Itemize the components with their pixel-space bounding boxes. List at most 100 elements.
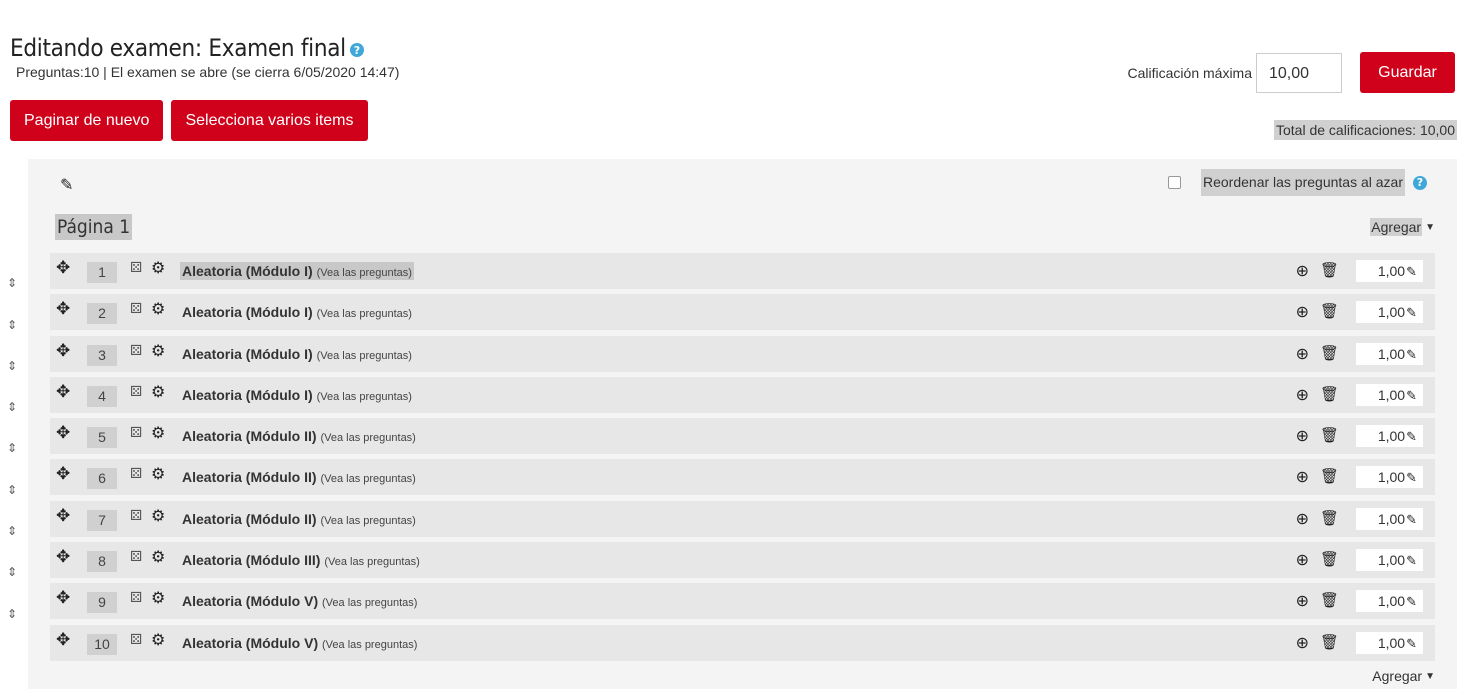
move-icon[interactable]: ✥ xyxy=(56,464,70,484)
trash-icon[interactable]: 🗑 xyxy=(1320,302,1339,320)
preview-zoom-icon[interactable]: ⊕ xyxy=(1296,591,1309,611)
max-grade-input[interactable]: 10,00 xyxy=(1256,52,1342,93)
question-note[interactable]: (Vea las preguntas) xyxy=(317,308,412,320)
question-mark[interactable]: 1,00✎ xyxy=(1356,466,1423,489)
move-icon[interactable]: ✥ xyxy=(56,341,70,361)
question-name[interactable]: Aleatoria (Módulo V) (Vea las preguntas) xyxy=(180,634,419,652)
question-mark[interactable]: 1,00✎ xyxy=(1356,301,1423,324)
trash-icon[interactable]: 🗑 xyxy=(1320,633,1339,651)
pencil-icon[interactable]: ✎ xyxy=(60,175,73,195)
trash-icon[interactable]: 🗑 xyxy=(1320,426,1339,444)
move-icon[interactable]: ✥ xyxy=(56,382,70,402)
question-name[interactable]: Aleatoria (Módulo V) (Vea las preguntas) xyxy=(180,592,419,610)
gear-icon[interactable]: ⚙ xyxy=(151,464,165,484)
pencil-icon[interactable]: ✎ xyxy=(1406,264,1417,279)
question-mark-value: 1,00 xyxy=(1377,469,1406,486)
pencil-icon[interactable]: ✎ xyxy=(1406,388,1417,403)
page-break-icon[interactable]: ⇕ xyxy=(4,319,20,331)
question-note[interactable]: (Vea las preguntas) xyxy=(320,432,415,444)
pencil-icon[interactable]: ✎ xyxy=(1406,347,1417,362)
pencil-icon[interactable]: ✎ xyxy=(1406,553,1417,568)
question-name[interactable]: Aleatoria (Módulo I) (Vea las preguntas) xyxy=(180,386,414,404)
trash-icon[interactable]: 🗑 xyxy=(1320,344,1339,362)
move-icon[interactable]: ✥ xyxy=(56,423,70,443)
move-icon[interactable]: ✥ xyxy=(56,506,70,526)
question-name[interactable]: Aleatoria (Módulo III) (Vea las pregunta… xyxy=(180,551,422,569)
question-name[interactable]: Aleatoria (Módulo I) (Vea las preguntas) xyxy=(180,262,414,280)
trash-icon[interactable]: 🗑 xyxy=(1320,261,1339,279)
gear-icon[interactable]: ⚙ xyxy=(151,299,165,319)
page-break-icon[interactable]: ⇕ xyxy=(4,401,20,413)
pencil-icon[interactable]: ✎ xyxy=(1406,429,1417,444)
gear-icon[interactable]: ⚙ xyxy=(151,341,165,361)
question-note[interactable]: (Vea las preguntas) xyxy=(322,597,417,609)
trash-icon[interactable]: 🗑 xyxy=(1320,550,1339,568)
page-break-icon[interactable]: ⇕ xyxy=(4,277,20,289)
question-mark[interactable]: 1,00✎ xyxy=(1356,507,1423,530)
question-mark[interactable]: 1,00✎ xyxy=(1356,260,1423,282)
question-mark[interactable]: 1,00✎ xyxy=(1356,425,1423,448)
question-note[interactable]: (Vea las preguntas) xyxy=(317,391,412,403)
preview-zoom-icon[interactable]: ⊕ xyxy=(1296,633,1309,653)
page-break-icon[interactable]: ⇕ xyxy=(4,525,20,537)
trash-icon[interactable]: 🗑 xyxy=(1320,591,1339,609)
question-name[interactable]: Aleatoria (Módulo II) (Vea las preguntas… xyxy=(180,468,418,486)
preview-zoom-icon[interactable]: ⊕ xyxy=(1296,344,1309,364)
preview-zoom-icon[interactable]: ⊕ xyxy=(1296,426,1309,446)
preview-zoom-icon[interactable]: ⊕ xyxy=(1296,509,1309,529)
question-note[interactable]: (Vea las preguntas) xyxy=(322,639,417,651)
question-circle-icon[interactable]: ? xyxy=(1413,175,1427,190)
trash-icon[interactable]: 🗑 xyxy=(1320,385,1339,403)
shuffle-checkbox[interactable] xyxy=(1167,176,1181,189)
gear-icon[interactable]: ⚙ xyxy=(151,258,165,278)
question-note[interactable]: (Vea las preguntas) xyxy=(320,515,415,527)
preview-zoom-icon[interactable]: ⊕ xyxy=(1296,385,1309,405)
gear-icon[interactable]: ⚙ xyxy=(151,547,165,567)
move-icon[interactable]: ✥ xyxy=(56,299,70,319)
move-icon[interactable]: ✥ xyxy=(56,630,70,650)
repaginate-button[interactable]: Paginar de nuevo xyxy=(10,100,164,141)
page-break-icon[interactable]: ⇕ xyxy=(4,442,20,454)
question-note[interactable]: (Vea las preguntas) xyxy=(317,350,412,362)
add-menu-top[interactable]: Agregar ▼ xyxy=(1370,218,1435,236)
question-note[interactable]: (Vea las preguntas) xyxy=(317,267,412,279)
gear-icon[interactable]: ⚙ xyxy=(151,382,165,402)
trash-icon[interactable]: 🗑 xyxy=(1320,509,1339,527)
question-name[interactable]: Aleatoria (Módulo II) (Vea las preguntas… xyxy=(180,510,418,528)
pencil-icon[interactable]: ✎ xyxy=(1406,636,1417,651)
question-circle-icon[interactable]: ? xyxy=(349,43,364,58)
gear-icon[interactable]: ⚙ xyxy=(151,588,165,608)
move-icon[interactable]: ✥ xyxy=(56,547,70,567)
select-multiple-button[interactable]: Selecciona varios items xyxy=(171,100,368,141)
question-name[interactable]: Aleatoria (Módulo I) (Vea las preguntas) xyxy=(180,345,414,363)
question-name[interactable]: Aleatoria (Módulo I) (Vea las preguntas) xyxy=(180,303,414,321)
question-note[interactable]: (Vea las preguntas) xyxy=(324,556,419,568)
question-mark[interactable]: 1,00✎ xyxy=(1356,590,1423,613)
pencil-icon[interactable]: ✎ xyxy=(1406,512,1417,527)
preview-zoom-icon[interactable]: ⊕ xyxy=(1296,302,1309,322)
pencil-icon[interactable]: ✎ xyxy=(1406,470,1417,485)
add-menu-bottom[interactable]: Agregar ▼ xyxy=(1372,668,1435,684)
preview-zoom-icon[interactable]: ⊕ xyxy=(1296,550,1309,570)
save-button[interactable]: Guardar xyxy=(1360,52,1455,93)
question-mark[interactable]: 1,00✎ xyxy=(1356,342,1423,365)
pencil-icon[interactable]: ✎ xyxy=(1406,594,1417,609)
gear-icon[interactable]: ⚙ xyxy=(151,506,165,526)
question-name[interactable]: Aleatoria (Módulo II) (Vea las preguntas… xyxy=(180,427,418,445)
preview-zoom-icon[interactable]: ⊕ xyxy=(1296,261,1309,281)
move-icon[interactable]: ✥ xyxy=(56,258,70,278)
gear-icon[interactable]: ⚙ xyxy=(151,630,165,650)
gear-icon[interactable]: ⚙ xyxy=(151,423,165,443)
question-mark[interactable]: 1,00✎ xyxy=(1356,383,1423,406)
page-break-icon[interactable]: ⇕ xyxy=(4,484,20,496)
pencil-icon[interactable]: ✎ xyxy=(1406,305,1417,320)
question-note[interactable]: (Vea las preguntas) xyxy=(320,473,415,485)
page-break-icon[interactable]: ⇕ xyxy=(4,608,20,620)
page-break-icon[interactable]: ⇕ xyxy=(4,360,20,372)
move-icon[interactable]: ✥ xyxy=(56,588,70,608)
page-break-icon[interactable]: ⇕ xyxy=(4,566,20,578)
question-mark[interactable]: 1,00✎ xyxy=(1356,631,1423,654)
preview-zoom-icon[interactable]: ⊕ xyxy=(1296,467,1309,487)
question-mark[interactable]: 1,00✎ xyxy=(1356,549,1423,572)
trash-icon[interactable]: 🗑 xyxy=(1320,467,1339,485)
